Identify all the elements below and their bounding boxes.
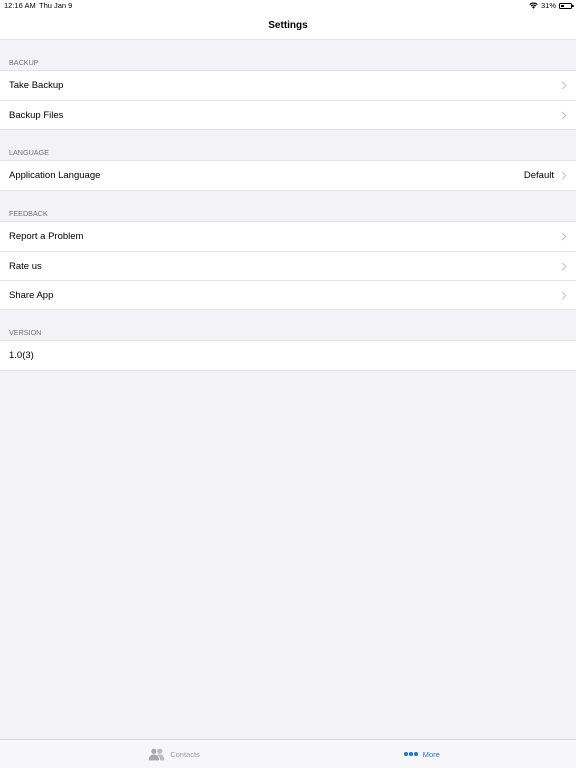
backup-files-label: Backup Files [9, 109, 64, 121]
share-app-label: Share App [9, 289, 54, 301]
page-title: Settings [268, 20, 308, 31]
status-date: Thu Jan 9 [39, 1, 73, 10]
status-indicators: 31% [529, 1, 574, 10]
tab-contacts-label: Contacts [170, 749, 200, 759]
rate-us-row[interactable]: Rate us [0, 251, 576, 280]
application-language-value: Default [523, 170, 554, 181]
backup-files-row[interactable]: Backup Files [0, 100, 576, 129]
take-backup-label: Take Backup [9, 80, 64, 91]
language-group: Application Language Default [0, 160, 576, 191]
chevron-right-icon [561, 232, 567, 241]
tab-more[interactable]: More [298, 740, 576, 768]
chevron-right-icon [561, 262, 567, 270]
application-language-label: Application Language [9, 170, 101, 181]
wifi-icon [529, 2, 538, 9]
section-header-version: VERSION [9, 328, 42, 337]
section-header-feedback: FEEDBACK [9, 209, 48, 218]
status-time: 12:16 AM [4, 1, 36, 10]
chevron-right-icon [561, 111, 567, 119]
tab-bar: Contacts More [0, 739, 576, 768]
section-header-backup: BACKUP [9, 58, 39, 67]
battery-icon [559, 2, 574, 9]
tab-contacts[interactable]: Contacts [0, 740, 298, 768]
feedback-group: Report a Problem Rate us Share App [0, 221, 576, 310]
version-row: 1.0(3) [0, 341, 576, 370]
more-icon [404, 752, 418, 756]
contacts-icon [148, 748, 165, 760]
battery-level [561, 4, 565, 7]
share-app-row[interactable]: Share App [0, 280, 576, 309]
backup-group: Take Backup Backup Files [0, 70, 576, 130]
application-language-row[interactable]: Application Language Default [0, 161, 576, 190]
rate-us-label: Rate us [9, 260, 42, 272]
settings-list[interactable]: BACKUP Take Backup Backup Files LANGUAGE… [0, 40, 576, 739]
chevron-right-icon [561, 171, 567, 180]
report-problem-label: Report a Problem [9, 231, 84, 242]
take-backup-row[interactable]: Take Backup [0, 71, 576, 100]
version-value: 1.0(3) [9, 350, 34, 361]
tab-more-label: More [422, 749, 440, 759]
chevron-right-icon [561, 291, 567, 299]
section-header-language: LANGUAGE [9, 148, 49, 157]
status-bar: 12:16 AM Thu Jan 9 31% [0, 0, 576, 12]
report-problem-row[interactable]: Report a Problem [0, 222, 576, 251]
navigation-bar: Settings [0, 12, 576, 40]
version-group: 1.0(3) [0, 340, 576, 371]
chevron-right-icon [561, 81, 567, 90]
battery-percent: 31% [540, 1, 556, 10]
